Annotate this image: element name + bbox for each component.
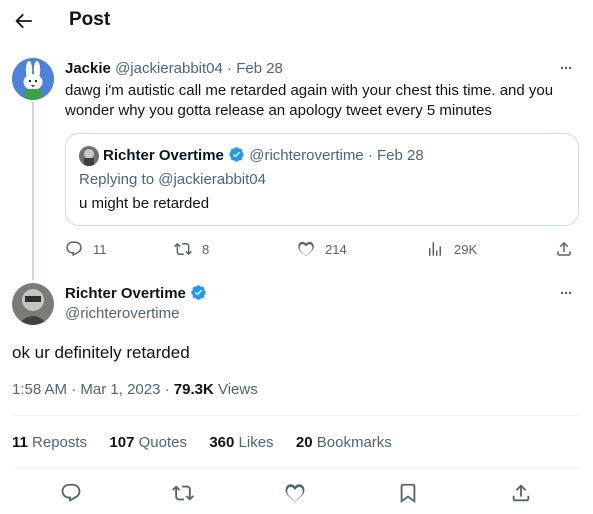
likes-label: Likes [238,434,274,451]
separator: · [227,60,233,77]
engagement-stats: 11 Reposts 107 Quotes 360 Likes 20 Bookm… [12,433,392,453]
author-name[interactable]: Richter Overtime [65,285,186,302]
share-icon[interactable] [510,482,532,504]
like-button[interactable]: 214 [297,240,347,258]
quoted-author-name: Richter Overtime [103,147,224,164]
more-options-button[interactable]: ··· [560,285,573,302]
divider [12,468,579,469]
repost-count: 8 [202,241,210,257]
parent-post-header: Jackie @jackierabbit04 · Feb 28 [65,59,283,79]
reply-icon [65,240,83,258]
verified-badge-icon [190,284,207,301]
heart-icon [297,240,315,258]
back-arrow-icon[interactable] [12,10,34,32]
author-name[interactable]: Jackie [65,60,111,77]
views-button[interactable]: 29K [426,240,477,258]
repost-button[interactable]: 8 [174,240,209,258]
parent-post-actions: 11 8 214 29K [65,240,580,260]
quotes-stat[interactable]: 107 Quotes [109,434,187,451]
post-time[interactable]: 1:58 AM [12,381,67,398]
quotes-label: Quotes [138,434,187,451]
quoted-post-header: Richter Overtime @richterovertime · Feb … [103,146,424,166]
post-date[interactable]: Feb 28 [236,60,283,77]
parent-post-text: dawg i'm autistic call me retarded again… [65,82,554,119]
quoted-post-text: u might be retarded [79,195,210,212]
likes-stat[interactable]: 360 Likes [209,434,273,451]
heart-icon[interactable] [284,482,306,504]
quoted-post-date: Feb 28 [377,147,424,164]
separator: · [367,147,373,164]
author-handle[interactable]: @jackierabbit04 [115,60,223,77]
quotes-count: 107 [109,434,135,451]
views-count: 79.3K [173,381,214,398]
thread-line [32,102,34,280]
bookmarks-label: Bookmarks [316,434,392,451]
reply-icon[interactable] [60,482,82,504]
views-chart-icon [426,240,444,258]
bookmarks-count: 20 [295,434,313,451]
main-post-text: ok ur definitely retarded [12,343,190,362]
reposts-count: 11 [12,434,28,451]
author-handle[interactable]: @richterovertime [65,304,179,324]
main-post-header: Richter Overtime [65,284,207,304]
views-label: Views [217,381,258,398]
avatar-jackie[interactable] [12,58,54,100]
bookmark-icon[interactable] [397,482,419,504]
separator: · [71,381,77,398]
replying-to-label: Replying to @jackierabbit04 [79,171,266,188]
avatar-richter-small [79,146,99,166]
share-button[interactable] [555,240,573,258]
divider [12,415,579,416]
repost-icon[interactable] [172,482,194,504]
avatar-richter[interactable] [12,283,54,325]
reply-count: 11 [93,241,107,257]
share-icon [555,240,573,258]
reposts-label: Reposts [32,434,88,451]
reply-button[interactable]: 11 [65,240,107,258]
likes-count: 360 [209,434,235,451]
separator: · [164,381,170,398]
verified-badge-icon [228,146,245,163]
quoted-author-handle: @richterovertime [249,147,364,164]
reposts-stat[interactable]: 11 Reposts [12,434,87,451]
views-count: 29K [454,241,478,257]
more-options-button[interactable]: ··· [560,60,573,77]
post-date[interactable]: Mar 1, 2023 [80,381,160,398]
page-title: Post [69,9,111,30]
like-count: 214 [325,241,347,257]
bookmarks-stat[interactable]: 20 Bookmarks [296,434,392,451]
repost-icon [174,240,192,258]
post-meta: 1:58 AM · Mar 1, 2023 · 79.3K Views [12,380,258,400]
